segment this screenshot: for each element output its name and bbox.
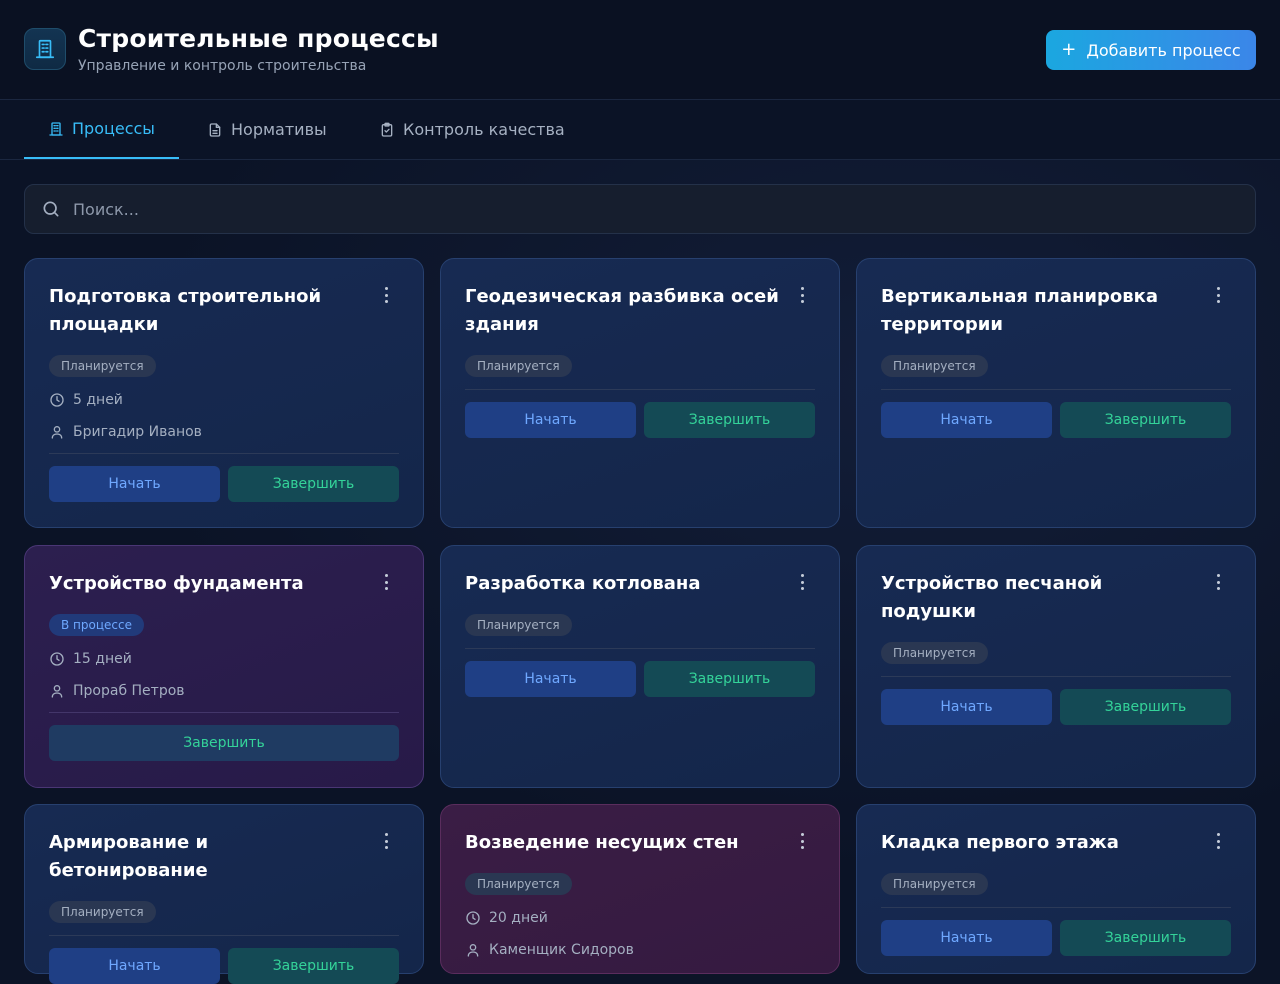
user-icon	[51, 426, 63, 439]
card-title: Устройство фундамента	[49, 573, 304, 594]
tab-label: Нормативы	[231, 120, 327, 139]
process-card[interactable]: Кладка первого этажа Планируется Начать …	[856, 804, 1256, 974]
divider	[465, 648, 815, 649]
process-card[interactable]: Армирование и бетонирование Планируется …	[24, 804, 424, 984]
process-card[interactable]: Устройство фундамента В процессе 15 дней…	[24, 545, 424, 788]
search-input[interactable]	[73, 185, 1255, 233]
more-vertical-icon[interactable]	[1211, 574, 1225, 590]
duration: 15 дней	[49, 650, 399, 668]
finish-button[interactable]: Завершить	[1060, 920, 1231, 956]
assignee: Прораб Петров	[49, 682, 399, 700]
add-process-button[interactable]: + Добавить процесс	[1046, 30, 1256, 70]
assignee-text: Каменщик Сидоров	[489, 942, 634, 958]
more-vertical-icon[interactable]	[795, 574, 809, 590]
tab-norms[interactable]: Нормативы	[207, 100, 327, 159]
page-title: Строительные процессы	[78, 24, 439, 53]
assignee: Бригадир Иванов	[49, 423, 399, 441]
status-badge: Планируется	[465, 873, 572, 895]
process-card[interactable]: Устройство песчаной подушки Планируется …	[856, 545, 1256, 788]
process-card[interactable]: Разработка котлована Планируется Начать …	[440, 545, 840, 788]
divider	[49, 712, 399, 713]
status-badge: Планируется	[465, 614, 572, 636]
finish-button[interactable]: Завершить	[228, 466, 399, 502]
search-icon	[43, 201, 59, 217]
finish-button[interactable]: Завершить	[1060, 689, 1231, 725]
start-button[interactable]: Начать	[881, 402, 1052, 438]
status-badge: Планируется	[881, 873, 988, 895]
more-vertical-icon[interactable]	[795, 833, 809, 849]
more-vertical-icon[interactable]	[379, 833, 393, 849]
duration-text: 15 дней	[73, 651, 132, 667]
process-card[interactable]: Геодезическая разбивка осей здания Плани…	[440, 258, 840, 528]
divider	[465, 389, 815, 390]
building-icon	[49, 121, 63, 136]
card-title: Подготовка строительной площадки	[49, 286, 322, 335]
more-vertical-icon[interactable]	[795, 287, 809, 303]
user-icon	[467, 944, 479, 957]
tab-label: Процессы	[72, 119, 155, 138]
more-vertical-icon[interactable]	[379, 287, 393, 303]
finish-button[interactable]: Завершить	[1060, 402, 1231, 438]
tab-bar: Процессы Нормативы Контроль качества	[0, 100, 1280, 160]
clipboard-check-icon	[381, 122, 393, 137]
tab-label: Контроль качества	[403, 120, 565, 139]
finish-button[interactable]: Завершить	[228, 948, 399, 984]
assignee-text: Прораб Петров	[73, 683, 185, 699]
status-badge: Планируется	[881, 642, 988, 664]
start-button[interactable]: Начать	[881, 689, 1052, 725]
card-title: Геодезическая разбивка осей здания	[465, 286, 779, 335]
status-badge: В процессе	[49, 614, 144, 636]
card-title: Возведение несущих стен	[465, 832, 739, 853]
start-button[interactable]: Начать	[49, 466, 220, 502]
building-icon	[24, 28, 66, 70]
clock-icon	[466, 911, 480, 925]
card-title: Устройство песчаной подушки	[881, 573, 1103, 622]
duration-text: 5 дней	[73, 392, 123, 408]
divider	[881, 676, 1231, 677]
status-badge: Планируется	[881, 355, 988, 377]
clock-icon	[50, 393, 64, 407]
duration: 20 дней	[465, 909, 815, 927]
card-title: Разработка котлована	[465, 573, 701, 594]
duration-text: 20 дней	[489, 910, 548, 926]
process-card[interactable]: Подготовка строительной площадки Планиру…	[24, 258, 424, 528]
more-vertical-icon[interactable]	[1211, 833, 1225, 849]
finish-button[interactable]: Завершить	[644, 402, 815, 438]
divider	[49, 453, 399, 454]
finish-button[interactable]: Завершить	[644, 661, 815, 697]
app-header: Строительные процессы Управление и контр…	[0, 0, 1280, 100]
process-card[interactable]: Вертикальная планировка территории Плани…	[856, 258, 1256, 528]
assignee-text: Бригадир Иванов	[73, 424, 202, 440]
duration: 5 дней	[49, 391, 399, 409]
process-card[interactable]: Возведение несущих стен Планируется 20 д…	[440, 804, 840, 974]
card-title: Вертикальная планировка территории	[881, 286, 1159, 335]
status-badge: Планируется	[49, 901, 156, 923]
tab-processes[interactable]: Процессы	[24, 100, 179, 159]
user-icon	[51, 685, 63, 698]
card-title: Кладка первого этажа	[881, 832, 1119, 853]
start-button[interactable]: Начать	[465, 661, 636, 697]
status-badge: Планируется	[465, 355, 572, 377]
tab-quality-control[interactable]: Контроль качества	[379, 100, 565, 159]
more-vertical-icon[interactable]	[1211, 287, 1225, 303]
add-process-label: Добавить процесс	[1086, 40, 1241, 60]
document-icon	[209, 122, 221, 137]
page-subtitle: Управление и контроль строительства	[78, 58, 367, 74]
clock-icon	[50, 652, 64, 666]
more-vertical-icon[interactable]	[379, 574, 393, 590]
plus-icon: +	[1061, 39, 1077, 60]
start-button[interactable]: Начать	[465, 402, 636, 438]
divider	[881, 389, 1231, 390]
divider	[49, 935, 399, 936]
start-button[interactable]: Начать	[881, 920, 1052, 956]
start-button[interactable]: Начать	[49, 948, 220, 984]
status-badge: Планируется	[49, 355, 156, 377]
divider	[881, 907, 1231, 908]
assignee: Каменщик Сидоров	[465, 941, 815, 959]
card-title: Армирование и бетонирование	[49, 832, 209, 881]
finish-button[interactable]: Завершить	[49, 725, 399, 761]
search-bar	[24, 184, 1256, 234]
